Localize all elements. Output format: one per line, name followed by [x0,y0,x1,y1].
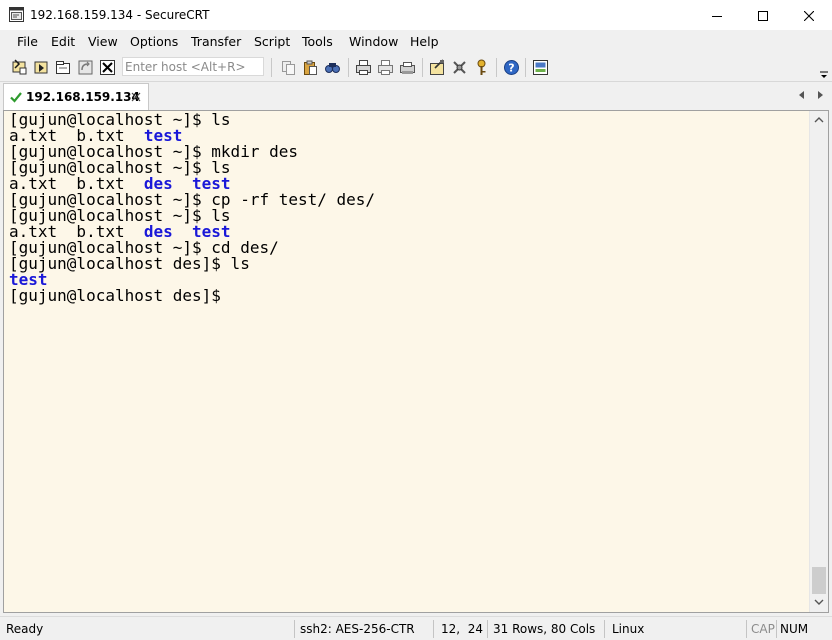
menu-options[interactable]: Options [130,34,178,50]
global-options-icon[interactable] [451,59,468,76]
toolbar-separator [348,58,349,77]
maximize-button[interactable] [740,0,786,30]
paste-icon[interactable] [302,59,319,76]
sftp-icon[interactable] [532,59,549,76]
quick-connect-icon[interactable] [33,59,50,76]
status-cipher: ssh2: AES-256-CTR [300,622,415,636]
tab-close-icon[interactable] [130,91,142,103]
print-setup-icon[interactable] [399,59,416,76]
menu-file[interactable]: File [17,34,38,50]
scroll-up-icon[interactable] [814,115,824,125]
quick-connect-box[interactable] [122,57,264,76]
securecrt-window: 192.168.159.134 - SecureCRT File Edit Vi… [0,0,832,640]
connect-in-tab-icon[interactable] [55,59,72,76]
print-selection-icon[interactable] [377,59,394,76]
minimize-button[interactable] [694,0,740,30]
menu-tools[interactable]: Tools [302,34,333,50]
status-terminal-size: 31 Rows, 80 Cols [493,622,596,636]
status-terminal-type: Linux [612,622,645,636]
close-button[interactable] [786,0,832,30]
terminal-output[interactable]: [gujun@localhost ~]$ ls a.txt b.txt test[… [4,111,809,612]
maximize-icon [758,10,768,21]
terminal-frame: [gujun@localhost ~]$ ls a.txt b.txt test[… [3,110,829,613]
svg-text:?: ? [508,62,514,75]
toolbar: ? [0,54,832,82]
status-divider [746,620,747,638]
copy-icon[interactable] [280,59,297,76]
menu-window[interactable]: Window [349,34,398,50]
session-tab-bar: 192.168.159.134 [0,82,832,110]
status-caps-lock: CAP [751,622,775,636]
status-divider [433,620,434,638]
menu-view[interactable]: View [88,34,118,50]
tab-scroll-left-icon[interactable] [797,90,807,100]
toolbar-separator [422,58,423,77]
tab-scroll-right-icon[interactable] [815,90,825,100]
connected-check-icon [10,92,22,103]
status-divider [604,620,605,638]
toolbar-separator [525,58,526,77]
status-divider [487,620,488,638]
status-divider [294,620,295,638]
menu-edit[interactable]: Edit [51,34,75,50]
status-num-lock: NUM [780,622,809,636]
menu-help[interactable]: Help [410,34,439,50]
close-icon [803,10,815,21]
session-options-icon[interactable] [429,59,446,76]
help-icon[interactable]: ? [503,59,520,76]
securecrt-app-icon[interactable] [9,7,24,22]
find-icon[interactable] [324,59,341,76]
status-bar: Ready ssh2: AES-256-CTR 12, 24 31 Rows, … [0,616,832,640]
minimize-icon [712,15,722,17]
window-title: 192.168.159.134 - SecureCRT [30,8,210,22]
quick-connect-input[interactable] [125,58,261,75]
reconnect-icon[interactable] [77,59,94,76]
session-tab-label: 192.168.159.134 [26,90,140,104]
scrollbar-thumb[interactable] [812,567,826,594]
print-icon[interactable] [355,59,372,76]
status-divider [776,620,777,638]
vertical-scrollbar[interactable] [809,111,828,612]
status-ready: Ready [6,622,44,636]
toolbar-separator [496,58,497,77]
title-bar[interactable]: 192.168.159.134 - SecureCRT [0,0,832,30]
menu-bar: File Edit View Options Transfer Script T… [0,30,832,54]
toolbar-separator [271,58,272,77]
session-tab[interactable]: 192.168.159.134 [3,83,149,110]
connect-icon[interactable] [11,59,28,76]
disconnect-icon[interactable] [99,59,116,76]
menu-transfer[interactable]: Transfer [191,34,241,50]
keymap-icon[interactable] [473,59,490,76]
terminal-line: [gujun@localhost des]$ [9,286,221,305]
scroll-down-icon[interactable] [814,597,824,607]
menu-script[interactable]: Script [254,34,290,50]
toolbar-overflow-icon[interactable] [819,68,829,80]
status-cursor-position: 12, 24 [441,622,483,636]
